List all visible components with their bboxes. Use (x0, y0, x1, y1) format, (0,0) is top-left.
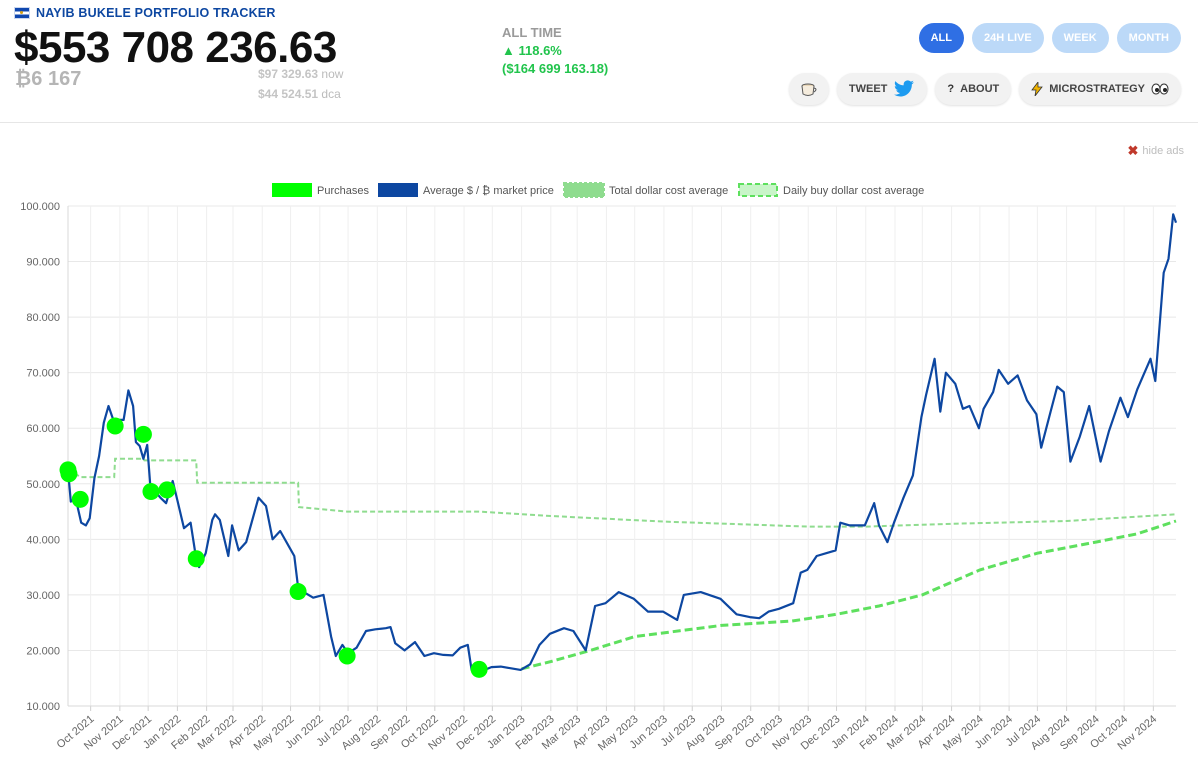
about-label: ABOUT (960, 83, 1000, 95)
microstrategy-button[interactable]: MICROSTRATEGY (1019, 73, 1181, 105)
purchase-point (470, 660, 488, 678)
close-icon: ✖ (1127, 143, 1139, 158)
question-icon: ? (947, 83, 955, 95)
purchase-point (134, 425, 152, 443)
eyes-icon (1151, 83, 1169, 95)
price-dca: $44 524.51 dca (258, 87, 341, 101)
y-tick-label: 50.000 (26, 479, 60, 491)
y-tick-label: 30.000 (26, 590, 60, 602)
tweet-button[interactable]: TWEET (836, 73, 928, 105)
price-dca-value: $44 524.51 (258, 87, 319, 101)
microstrategy-label: MICROSTRATEGY (1049, 83, 1145, 95)
legend-price-swatch (378, 183, 418, 197)
chart-area: 100.000 90.000 80.000 70.000 60.000 50.000 40.… (0, 170, 1198, 770)
tweet-label: TWEET (848, 83, 888, 95)
legend-daily-dca-swatch (738, 183, 778, 197)
price-line (66, 213, 1178, 673)
purchase-point (338, 647, 356, 665)
purchase-point (187, 550, 205, 568)
price-dca-label: dca (321, 87, 341, 101)
y-tick-label: 10.000 (26, 701, 60, 713)
header: NAYIB BUKELE PORTFOLIO TRACKER $553 708 … (0, 0, 1198, 123)
legend-total-dca-swatch (563, 182, 605, 198)
purchase-point (158, 481, 176, 499)
y-tick-label: 40.000 (26, 534, 60, 546)
purchase-point (60, 465, 78, 483)
total-dca-line (67, 457, 1177, 528)
y-tick-label: 90.000 (26, 257, 60, 269)
range-tab-all[interactable]: ALL (918, 23, 964, 53)
y-tick-label: 70.000 (26, 368, 60, 380)
y-tick-label: 100.000 (20, 201, 60, 213)
price-now: $97 329.63 now (258, 67, 343, 81)
range-tab-24h-live[interactable]: 24H LIVE (971, 23, 1044, 53)
legend-purchases-swatch (272, 183, 312, 197)
twitter-bird-icon (894, 80, 915, 97)
coffee-cup-icon (801, 83, 817, 96)
brand[interactable]: NAYIB BUKELE PORTFOLIO TRACKER (14, 6, 276, 20)
y-tick-label: 20.000 (26, 645, 60, 657)
range-tab-week[interactable]: WEEK (1051, 23, 1109, 53)
about-button[interactable]: ? ABOUT (935, 73, 1012, 105)
el-salvador-flag-icon (14, 7, 30, 19)
purchase-point (289, 583, 307, 601)
lightning-icon (1031, 82, 1044, 96)
alltime-summary: ALL TIME ▲ 118.6% ($164 699 163.18) (502, 25, 608, 76)
legend-total-dca-label: Total dollar cost average (609, 185, 728, 197)
action-row: TWEET ? ABOUT MICROSTRATEGY (788, 73, 1181, 105)
purchase-point (142, 483, 160, 501)
hide-ads-label: hide ads (1142, 145, 1184, 157)
legend-daily-dca-label: Daily buy dollar cost average (783, 185, 924, 197)
alltime-label: ALL TIME (502, 25, 562, 40)
y-tick-label: 60.000 (26, 423, 60, 435)
alltime-gain: ($164 699 163.18) (502, 61, 609, 76)
price-chart: 100.000 90.000 80.000 70.000 60.000 50.000 40.… (20, 182, 1178, 753)
legend-price-label: Average $ / ₿ market price (423, 185, 554, 197)
hide-ads-link[interactable]: ✖ hide ads (1128, 143, 1185, 159)
price-now-label: now (321, 67, 344, 81)
btc-amount: ₿6 167 (15, 68, 82, 90)
purchase-point (106, 417, 124, 435)
legend-purchases-label: Purchases (317, 185, 369, 197)
alltime-pct: ▲ 118.6% (502, 43, 562, 58)
brand-title[interactable]: NAYIB BUKELE PORTFOLIO TRACKER (36, 6, 276, 20)
coffee-button[interactable] (788, 73, 829, 105)
purchase-point (71, 490, 89, 508)
range-tab-month[interactable]: MONTH (1116, 23, 1181, 53)
range-tabs: ALL 24H LIVE WEEK MONTH (918, 23, 1181, 53)
y-tick-label: 80.000 (26, 312, 60, 324)
price-now-value: $97 329.63 (258, 67, 319, 81)
